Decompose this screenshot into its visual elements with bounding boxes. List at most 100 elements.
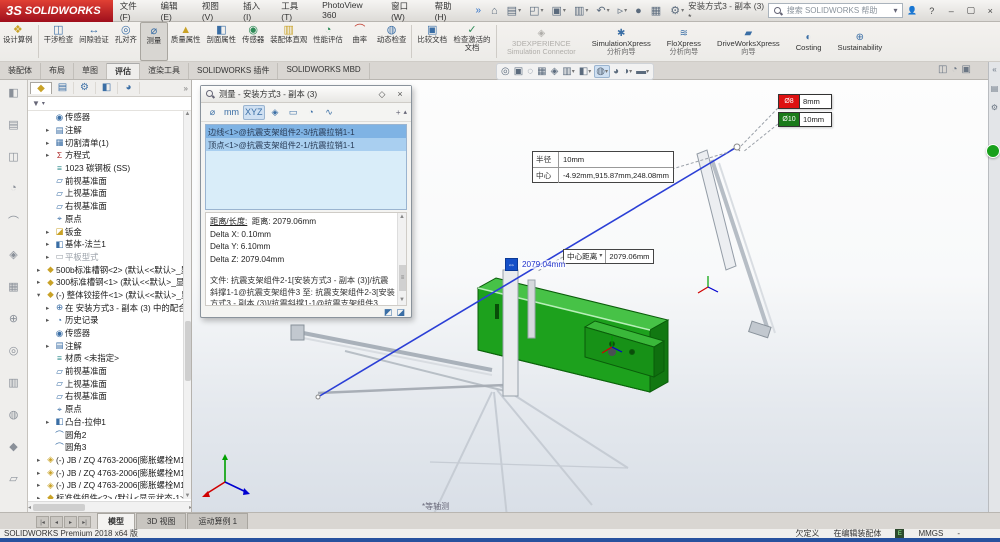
expand-arrow-icon[interactable]: ▸ bbox=[46, 316, 54, 324]
tree-item[interactable]: ▸ Σ 方程式 bbox=[28, 149, 184, 162]
featuremanager-tab[interactable]: ⚙ bbox=[74, 82, 96, 94]
selection-item[interactable]: 边线<1>@抗震支架组件2-3/抗震拉销1-1 bbox=[206, 125, 406, 138]
measure-tool-button[interactable]: ◔ bbox=[304, 105, 319, 120]
view-tool-button[interactable]: ◑▾ bbox=[622, 65, 633, 78]
menu-item[interactable]: 帮助(H) bbox=[428, 0, 470, 24]
tab-nav-button[interactable]: ▸| bbox=[78, 516, 91, 528]
toolbar-icon[interactable]: ▦ bbox=[8, 280, 18, 293]
tree-item[interactable]: ⌒ 圆角2 bbox=[28, 428, 184, 441]
ribbon-xpress-tool[interactable]: ◐Costing bbox=[788, 22, 830, 61]
tree-filter-row[interactable]: ▼ ▾ bbox=[28, 97, 191, 111]
expand-arrow-icon[interactable]: ▸ bbox=[46, 228, 54, 236]
menu-item[interactable]: 文件(F) bbox=[113, 0, 154, 24]
pin-menu-icon[interactable]: » bbox=[475, 5, 481, 16]
task-pane-strip[interactable]: « ▤ ⚙ bbox=[988, 62, 1000, 512]
view-tool-button[interactable]: ▬▾ bbox=[635, 65, 650, 78]
tree-item[interactable]: ▸ ◪ 钣金 bbox=[28, 225, 184, 238]
measure-tool-button[interactable]: ∿ bbox=[322, 105, 337, 120]
tree-item[interactable]: ▱ 右视基准面 bbox=[28, 200, 184, 213]
quick-tool-button[interactable]: ▣▾ bbox=[549, 3, 569, 18]
tab-nav-button[interactable]: ▸ bbox=[64, 516, 77, 528]
ribbon-xpress-tool[interactable]: ≋FloXpress分析向导 bbox=[659, 22, 709, 61]
tree-item[interactable]: ▾ ◆ (-) 整体铰接件<1> (默认<<默认>_显示 bbox=[28, 289, 184, 302]
menu-item[interactable]: 视图(V) bbox=[195, 0, 236, 24]
measure-selection-list[interactable]: 边线<1>@抗震支架组件2-3/抗震拉销1-1顶点<1>@抗震支架组件2-1/抗… bbox=[205, 124, 407, 210]
distance-callout[interactable]: 中心距离▾ 2079.06mm bbox=[563, 249, 654, 264]
footer-icon[interactable]: ◩ bbox=[384, 307, 393, 318]
menu-item[interactable]: 窗口(W) bbox=[384, 0, 428, 24]
expand-arrow-icon[interactable]: ▸ bbox=[37, 481, 45, 489]
help-button[interactable]: ? bbox=[922, 4, 942, 18]
quick-tool-button[interactable]: ● bbox=[632, 3, 646, 18]
notification-badge[interactable] bbox=[986, 144, 1000, 158]
menu-item[interactable]: 插入(I) bbox=[236, 0, 274, 24]
featuremanager-tab[interactable]: ▤ bbox=[52, 82, 74, 94]
tree-item[interactable]: ▱ 前视基准面 bbox=[28, 174, 184, 187]
quick-tool-button[interactable]: ⚙▾ bbox=[667, 3, 687, 18]
tree-item[interactable]: ▱ 上视基准面 bbox=[28, 187, 184, 200]
quick-tool-button[interactable]: ▤▾ bbox=[504, 3, 524, 18]
corner-icon[interactable]: ▣ bbox=[962, 64, 971, 75]
quick-tool-button[interactable]: ▦ bbox=[648, 3, 665, 18]
tree-item[interactable]: ▸ ◈ (-) JB / ZQ 4763-2006[膨胀螺栓M12 bbox=[28, 466, 184, 479]
view-tool-button[interactable]: ▥▾ bbox=[561, 65, 575, 78]
toolbar-icon[interactable]: ◆ bbox=[9, 440, 17, 453]
filter-dropdown-icon[interactable]: ▾ bbox=[42, 100, 45, 107]
featuremanager-tab[interactable]: ◧ bbox=[96, 82, 118, 94]
tree-item[interactable]: ▸ ◧ 凸台-拉伸1 bbox=[28, 416, 184, 429]
dialog-close-icon[interactable]: × bbox=[393, 89, 407, 99]
model-tab[interactable]: 3D 视图 bbox=[136, 513, 186, 529]
corner-icon[interactable]: ◫ bbox=[938, 64, 947, 75]
view-tool-button[interactable]: ◈ bbox=[550, 65, 560, 78]
ribbon-tool[interactable]: ◎孔对齐 bbox=[112, 22, 140, 61]
view-tool-button[interactable]: ◧▾ bbox=[578, 65, 592, 78]
results-scrollbar[interactable]: ▲≡▼ bbox=[397, 213, 406, 305]
tab-nav-button[interactable]: |◂ bbox=[36, 516, 49, 528]
toolbar-icon[interactable]: ▤ bbox=[8, 118, 18, 131]
ribbon-tool[interactable]: ❖设计算例 bbox=[0, 22, 36, 61]
tree-item[interactable]: ≡ 材质 <未指定> bbox=[28, 352, 184, 365]
tree-item[interactable]: ◉ 传感器 bbox=[28, 327, 184, 340]
command-tab[interactable]: SOLIDWORKS MBD bbox=[278, 63, 369, 79]
toolbar-icon[interactable]: ◔ bbox=[10, 182, 17, 194]
restore-button[interactable]: ▢ bbox=[961, 3, 981, 18]
tree-item[interactable]: ▸ ▦ 切割清单(1) bbox=[28, 136, 184, 149]
view-tool-button[interactable]: ◍▾ bbox=[594, 65, 610, 78]
quick-tool-button[interactable]: ▹▾ bbox=[615, 3, 631, 18]
dialog-pin2-icon[interactable]: + bbox=[396, 108, 401, 117]
user-account-button[interactable]: 👤 bbox=[903, 4, 923, 17]
tree-item[interactable]: ⌒ 圆角3 bbox=[28, 441, 184, 454]
selection-item[interactable]: 顶点<1>@抗震支架组件2-1/抗震拉销1-1 bbox=[206, 138, 406, 151]
tree-item[interactable]: ▸ ◆ 300标准槽钢<1> (默认<<默认>_显示状 bbox=[28, 276, 184, 289]
command-tab[interactable]: 装配体 bbox=[0, 63, 41, 79]
tree-vertical-scrollbar[interactable]: ▲▼ bbox=[183, 111, 191, 499]
view-tool-button[interactable]: ▣ bbox=[513, 65, 524, 78]
measure-dialog[interactable]: 测量 - 安装方式3 - 副本 (3) ◇ × ⌀mmXYZ◈▭◔∿ + ▴ 边… bbox=[200, 85, 412, 318]
search-box[interactable]: 搜索 SOLIDWORKS 帮助 ▾ bbox=[768, 3, 903, 18]
expand-arrow-icon[interactable]: ▾ bbox=[37, 291, 45, 299]
toolbar-icon[interactable]: ◎ bbox=[9, 344, 19, 357]
ribbon-tool[interactable]: ◉传感器 bbox=[239, 22, 267, 61]
tree-item[interactable]: ▸ ▤ 注解 bbox=[28, 339, 184, 352]
tree-item[interactable]: ▸ ◆ 标准件组件<2> (默认<显示状态-1>) bbox=[28, 492, 184, 499]
toolbar-icon[interactable]: ◍ bbox=[9, 408, 19, 421]
toolbar-icon[interactable]: ◧ bbox=[8, 86, 18, 99]
graphics-viewport[interactable]: 测量 - 安装方式3 - 副本 (3) ◇ × ⌀mmXYZ◈▭◔∿ + ▴ 边… bbox=[192, 80, 988, 512]
toolbar-icon[interactable]: ⌒ bbox=[8, 213, 19, 229]
close-button[interactable]: × bbox=[981, 4, 1000, 18]
model-tab[interactable]: 运动算例 1 bbox=[187, 513, 248, 529]
ribbon-tool[interactable]: ⌀测量 bbox=[140, 22, 168, 61]
menu-item[interactable]: PhotoView 360 bbox=[315, 0, 384, 24]
tree-item[interactable]: ▸ ◈ (-) JB / ZQ 4763-2006[膨胀螺栓M12 bbox=[28, 454, 184, 467]
dialog-collapse-icon[interactable]: ▴ bbox=[403, 108, 407, 116]
expand-arrow-icon[interactable]: ▸ bbox=[46, 126, 54, 134]
quick-tool-button[interactable]: ⌂ bbox=[488, 3, 502, 18]
expand-arrow-icon[interactable]: ▸ bbox=[46, 240, 54, 248]
expand-arrow-icon[interactable]: ▸ bbox=[46, 253, 54, 261]
taskpane-icon[interactable]: ▤ bbox=[991, 84, 999, 93]
toolbar-icon[interactable]: ◈ bbox=[9, 248, 17, 261]
tree-item[interactable]: ▸ ◆ 500b标准槽钢<2> (默认<<默认>_显示状 bbox=[28, 263, 184, 276]
search-dropdown-icon[interactable]: ▾ bbox=[894, 6, 898, 15]
ribbon-tool[interactable]: ✓检查激活的文档 bbox=[450, 22, 494, 61]
tab-nav-button[interactable]: ◂ bbox=[50, 516, 63, 528]
